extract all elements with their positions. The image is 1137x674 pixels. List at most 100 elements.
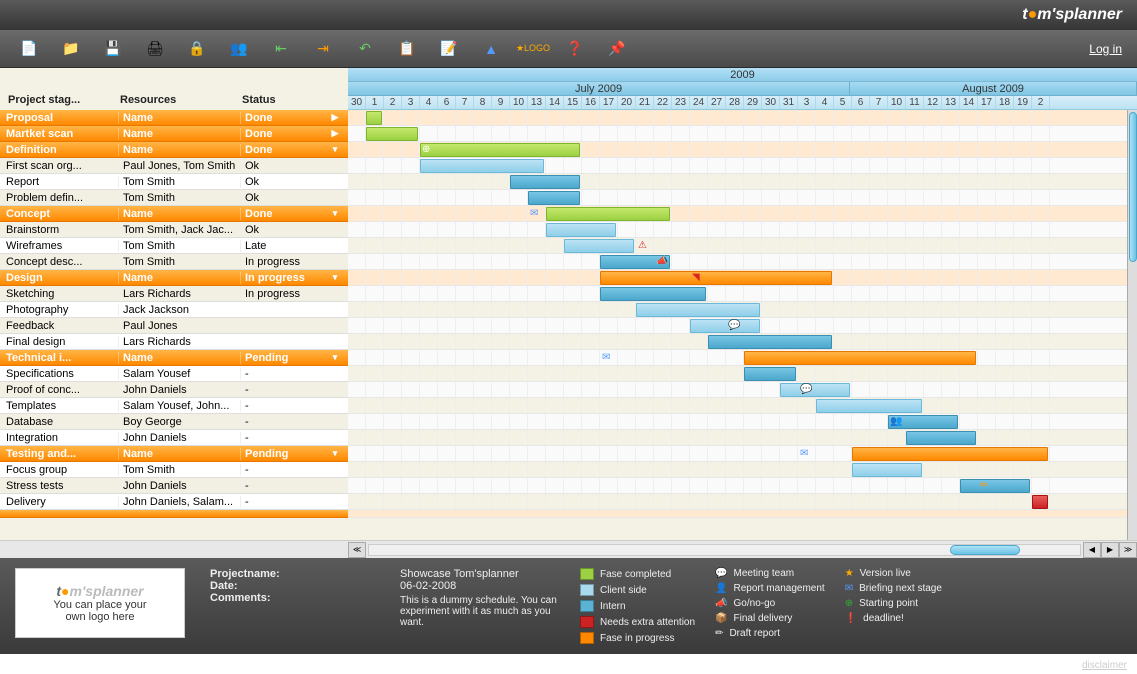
stage-cell: Feedback (0, 320, 118, 332)
phase-row[interactable]: Testing and...NamePending▾ (0, 446, 348, 462)
export-icon[interactable]: ⇥ (309, 35, 337, 63)
task-row[interactable]: SketchingLars RichardsIn progress (0, 286, 348, 302)
gantt-grid: ⊕✉⚠📣◥💬✉💬👥✉✏ (348, 110, 1137, 518)
phase-row[interactable]: DefinitionNameDone▾ (0, 142, 348, 158)
gantt-bar[interactable] (366, 127, 418, 141)
gantt-row (348, 334, 1137, 350)
gantt-bar[interactable] (564, 239, 634, 253)
task-row[interactable]: First scan org...Paul Jones, Tom SmithOk (0, 158, 348, 174)
task-row[interactable]: FeedbackPaul Jones (0, 318, 348, 334)
gantt-bar[interactable] (600, 271, 832, 285)
expand-icon[interactable]: ▶ (326, 128, 344, 139)
edit-icon[interactable]: 📝 (435, 35, 463, 63)
task-row[interactable]: DatabaseBoy George- (0, 414, 348, 430)
users-icon[interactable]: 👥 (225, 35, 253, 63)
phase-row[interactable]: Technical i...NamePending▾ (0, 350, 348, 366)
gantt-bar[interactable] (546, 223, 616, 237)
gantt-bar[interactable] (690, 319, 760, 333)
gantt-bar[interactable] (528, 191, 580, 205)
open-icon[interactable]: 📁 (57, 35, 85, 63)
note-icon[interactable]: 📌 (603, 35, 631, 63)
gantt-bar[interactable] (420, 159, 544, 173)
task-row[interactable]: Concept desc...Tom SmithIn progress (0, 254, 348, 270)
save-icon[interactable]: 💾 (99, 35, 127, 63)
gantt-bar[interactable] (420, 143, 580, 157)
scroll-first-icon[interactable]: ≪ (348, 542, 366, 558)
undo-icon[interactable]: ↶ (351, 35, 379, 63)
import-icon[interactable]: ⇤ (267, 35, 295, 63)
gantt-bar[interactable] (366, 111, 382, 125)
task-row[interactable]: Stress testsJohn Daniels- (0, 478, 348, 494)
gantt-bar[interactable] (708, 335, 832, 349)
task-row[interactable]: ReportTom SmithOk (0, 174, 348, 190)
legend-icon: ❗ (845, 613, 857, 624)
task-row[interactable]: DeliveryJohn Daniels, Salam...- (0, 494, 348, 510)
lock-icon[interactable]: 🔒 (183, 35, 211, 63)
star-icon[interactable]: ★LOGO (519, 35, 547, 63)
phase-row[interactable] (0, 510, 348, 518)
gantt-bar[interactable] (852, 447, 1048, 461)
gantt-bar[interactable] (852, 463, 922, 477)
gantt-bar[interactable] (636, 303, 760, 317)
task-row[interactable]: Focus groupTom Smith- (0, 462, 348, 478)
phase-row[interactable]: Martket scanNameDone▶ (0, 126, 348, 142)
legend-icon: 📦 (715, 613, 727, 624)
legend-item: ✏Draft report (715, 628, 825, 639)
task-row[interactable]: Final designLars Richards (0, 334, 348, 350)
help-icon[interactable]: ❓ (561, 35, 589, 63)
gantt-bar[interactable] (546, 207, 670, 221)
legend-item: ★Version live (845, 568, 942, 579)
task-row[interactable]: IntegrationJohn Daniels- (0, 430, 348, 446)
vertical-scrollbar[interactable] (1127, 110, 1137, 540)
day-cell: 23 (672, 96, 690, 109)
gantt-bar[interactable] (816, 399, 922, 413)
expand-icon[interactable]: ▶ (326, 112, 344, 123)
scroll-track[interactable] (368, 544, 1081, 556)
gantt-bar[interactable] (960, 479, 1030, 493)
expand-icon[interactable]: ▾ (326, 448, 344, 459)
task-row[interactable]: SpecificationsSalam Yousef- (0, 366, 348, 382)
expand-icon[interactable]: ▾ (326, 272, 344, 283)
task-row[interactable]: WireframesTom SmithLate (0, 238, 348, 254)
gantt-bar[interactable] (510, 175, 580, 189)
task-row[interactable]: PhotographyJack Jackson (0, 302, 348, 318)
resource-cell: Lars Richards (118, 336, 240, 348)
legend-swatch (580, 616, 594, 628)
day-cell: 14 (546, 96, 564, 109)
expand-icon[interactable]: ▾ (326, 208, 344, 219)
status-cell: Ok (240, 224, 326, 236)
phase-row[interactable]: DesignNameIn progress▾ (0, 270, 348, 286)
task-row[interactable]: Problem defin...Tom SmithOk (0, 190, 348, 206)
task-row[interactable]: BrainstormTom Smith, Jack Jac...Ok (0, 222, 348, 238)
gantt-bar[interactable] (744, 367, 796, 381)
status-cell: In progress (240, 256, 326, 268)
scroll-left-icon[interactable]: ◀ (1083, 542, 1101, 558)
gantt-bar[interactable] (1032, 495, 1048, 509)
month-cell: July 2009 (348, 82, 850, 95)
expand-icon[interactable]: ▾ (326, 352, 344, 363)
gantt-bar[interactable] (906, 431, 976, 445)
phase-row[interactable]: ConceptNameDone▾ (0, 206, 348, 222)
disclaimer-link[interactable]: disclaimer (1082, 660, 1127, 671)
v-scroll-thumb[interactable] (1129, 112, 1137, 262)
login-link[interactable]: Log in (1089, 42, 1122, 56)
phase-row[interactable]: ProposalNameDone▶ (0, 110, 348, 126)
gantt-bar[interactable] (780, 383, 850, 397)
task-row[interactable]: Proof of conc...John Daniels- (0, 382, 348, 398)
scroll-last-icon[interactable]: ≫ (1119, 542, 1137, 558)
expand-icon[interactable]: ▾ (326, 144, 344, 155)
project-info: Projectname: Date: Comments: (210, 568, 400, 644)
h-scroll-thumb[interactable] (950, 545, 1020, 555)
doc-icon[interactable]: 📋 (393, 35, 421, 63)
day-cell: 15 (564, 96, 582, 109)
gantt-bar[interactable] (600, 287, 706, 301)
gantt-bar[interactable] (744, 351, 976, 365)
scroll-right-icon[interactable]: ▶ (1101, 542, 1119, 558)
print-icon[interactable]: 🖨 (141, 35, 169, 63)
new-icon[interactable]: 📄 (15, 35, 43, 63)
day-cell: 29 (744, 96, 762, 109)
task-row[interactable]: TemplatesSalam Yousef, John...- (0, 398, 348, 414)
day-cell: 7 (456, 96, 474, 109)
legend-label: Go/no-go (734, 598, 776, 609)
chart-icon[interactable]: ▲ (477, 35, 505, 63)
